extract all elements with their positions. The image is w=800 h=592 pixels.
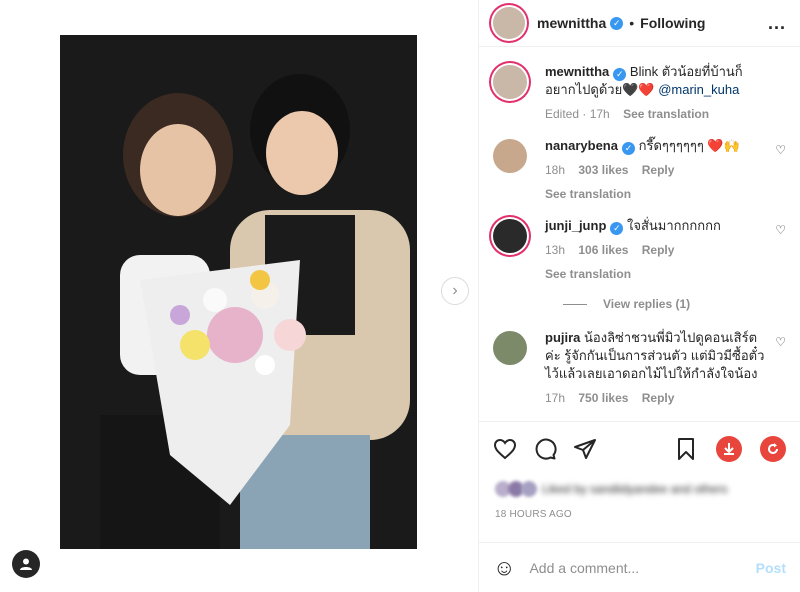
reply-button[interactable]: Reply: [642, 163, 675, 177]
verified-badge-icon: ✓: [621, 142, 635, 155]
share-icon[interactable]: [573, 437, 597, 461]
comment-likes[interactable]: 303 likes: [578, 163, 628, 177]
see-translation-link[interactable]: See translation: [545, 265, 767, 283]
bookmark-icon[interactable]: [674, 437, 698, 461]
replies-divider: [563, 303, 587, 305]
comment-meta: 13h 106 likes Reply: [545, 241, 767, 259]
like-heart-icon[interactable]: [493, 437, 517, 461]
comment: junji_junp ✓ ใจสั่นมากกกกกก 13h 106 likes…: [493, 217, 786, 283]
post-photo[interactable]: [60, 35, 417, 549]
comment-time: 17h: [545, 391, 566, 405]
caption-avatar[interactable]: [493, 65, 527, 99]
user-icon: [20, 558, 32, 570]
view-replies-label: View replies (1): [603, 297, 691, 311]
comment-text: กรี๊ดๆๆๆๆๆๆ ❤️🙌: [638, 138, 740, 153]
caption-mention[interactable]: @marin_kuha: [658, 82, 739, 97]
refresh-icon[interactable]: [760, 435, 786, 462]
comment-likes[interactable]: 106 likes: [578, 243, 628, 257]
following-button[interactable]: Following: [640, 15, 705, 31]
comment-meta: 17h 750 likes Reply: [545, 389, 767, 407]
comment-time: 18h: [545, 163, 566, 177]
comment-likes[interactable]: 750 likes: [578, 391, 628, 405]
post-header: mewnittha ✓ • Following ...: [479, 0, 800, 47]
author-username[interactable]: mewnittha: [537, 15, 606, 31]
verified-badge-icon: ✓: [613, 68, 627, 81]
tagged-users-button[interactable]: [12, 550, 40, 578]
liked-by-row[interactable]: Liked by sandiidyandee and others: [479, 475, 800, 503]
comment-text: ใจสั่นมากกกกกก: [627, 218, 721, 233]
comment: pujira น้องลิซ่าชวนพี่มิวไปดูคอนเสิร์ตค่…: [493, 329, 786, 407]
verified-badge-icon: ✓: [610, 16, 624, 30]
comment-username[interactable]: nanarybena: [545, 138, 618, 153]
verified-badge-icon: ✓: [610, 222, 624, 235]
see-translation-link[interactable]: See translation: [623, 107, 709, 121]
reply-button[interactable]: Reply: [642, 391, 675, 405]
photo-illustration: [60, 35, 417, 549]
next-photo-button[interactable]: ›: [441, 277, 469, 305]
commenter-avatar[interactable]: [493, 219, 527, 253]
comment-meta: 18h 303 likes Reply: [545, 161, 767, 179]
add-comment-bar: ☺ Post: [479, 542, 800, 592]
comment-username[interactable]: junji_junp: [545, 218, 606, 233]
like-comment-heart-icon[interactable]: ♡: [775, 335, 786, 349]
like-comment-heart-icon[interactable]: ♡: [775, 143, 786, 157]
post-comment-button[interactable]: Post: [756, 560, 786, 576]
post-actions: [479, 421, 800, 475]
liked-by-text: Liked by sandiidyandee and others: [542, 482, 728, 496]
author-avatar[interactable]: [493, 7, 525, 39]
emoji-icon[interactable]: ☺: [493, 555, 515, 581]
commenter-avatar[interactable]: [493, 139, 527, 173]
chevron-right-icon: ›: [452, 282, 458, 299]
liker-avatar: [521, 481, 537, 497]
reply-button[interactable]: Reply: [642, 243, 675, 257]
commenter-avatar[interactable]: [493, 331, 527, 365]
more-options-icon[interactable]: ...: [768, 13, 786, 34]
comment-username[interactable]: pujira: [545, 330, 580, 345]
download-icon[interactable]: [716, 435, 742, 462]
comment-input[interactable]: [529, 559, 756, 576]
comment-icon[interactable]: [533, 437, 557, 461]
post-modal: › mewnittha ✓ • Following ... mewnittha ✓: [0, 0, 800, 592]
caption-edited: Edited · 17h: [545, 107, 610, 121]
media-area: ›: [0, 0, 478, 592]
comment-time: 13h: [545, 243, 566, 257]
caption-meta: Edited · 17h See translation: [545, 105, 767, 123]
like-comment-heart-icon[interactable]: ♡: [775, 223, 786, 237]
post-timestamp: 18 HOURS AGO: [495, 509, 572, 520]
post-details-panel: mewnittha ✓ • Following ... mewnittha ✓ B…: [478, 0, 800, 592]
caption: mewnittha ✓ Blink ตัวน้อยที่บ้านก็อยากไปด…: [493, 63, 786, 123]
separator-dot: •: [629, 15, 635, 31]
see-translation-link[interactable]: See translation: [545, 185, 767, 203]
comments-list[interactable]: mewnittha ✓ Blink ตัวน้อยที่บ้านก็อยากไปด…: [479, 47, 800, 421]
caption-username[interactable]: mewnittha: [545, 64, 609, 79]
view-replies-button[interactable]: View replies (1): [563, 297, 786, 311]
comment: nanarybena ✓ กรี๊ดๆๆๆๆๆๆ ❤️🙌 18h 303 like…: [493, 137, 786, 203]
